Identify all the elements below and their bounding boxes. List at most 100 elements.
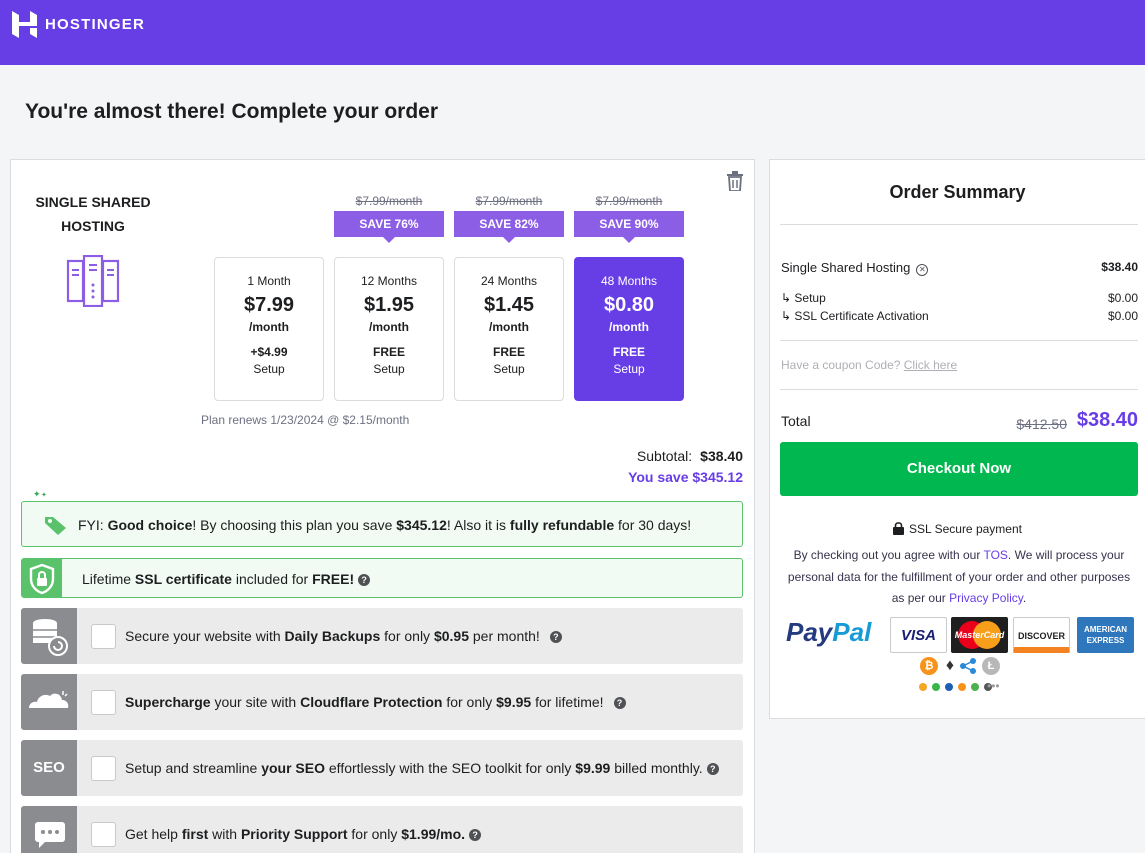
crypto-mini-icon [919, 683, 927, 691]
plan-renewal-note: Plan renews 1/23/2024 @ $2.15/month [201, 413, 410, 427]
addon-text-part: for only [442, 694, 497, 710]
save-badge-12: SAVE 76% [334, 211, 444, 243]
privacy-policy-link[interactable]: Privacy Policy [949, 591, 1023, 605]
addon-checkbox[interactable] [91, 822, 116, 847]
subtotal: Subtotal: $38.40 [637, 448, 743, 464]
addon-text-part: your site with [210, 694, 301, 710]
help-icon[interactable]: ? [706, 763, 719, 775]
period-per: /month [249, 320, 289, 334]
addon-text-part: with [208, 826, 241, 842]
old-price-12: $7.99/month [355, 194, 423, 208]
more-icon: ••• [987, 679, 1000, 693]
summary-item-row: Single Shared Hosting ✕ $38.40 [781, 260, 1138, 276]
checkout-now-button[interactable]: Checkout Now [780, 442, 1138, 496]
addon-text-bold: first [181, 826, 209, 842]
period-price: $7.99 [243, 294, 295, 316]
subtotal-label: Subtotal: [636, 448, 693, 464]
period-option-48-months[interactable]: 48 Months $0.80 /month FREE Setup [574, 257, 684, 401]
addon-text-bold: Cloudflare Protection [300, 694, 443, 710]
paypal-logo: PayPal [786, 617, 871, 648]
period-setup-fee: FREE [492, 345, 525, 359]
paypal-logo-part: Pay [786, 617, 833, 647]
fyi-text-part: for 30 days! [614, 517, 692, 533]
addon-text-part: Secure your website with [125, 628, 285, 644]
help-icon[interactable]: ? [613, 697, 626, 709]
addon-text: Supercharge your site with Cloudflare Pr… [125, 694, 626, 710]
seo-icon-label: SEO [33, 759, 65, 776]
summary-item-name: Single Shared Hosting [781, 260, 911, 275]
addon-text-bold: $0.95 [433, 628, 469, 644]
addon-checkbox[interactable] [91, 756, 116, 781]
period-option-12-months[interactable]: 12 Months $1.95 /month FREE Setup [334, 257, 444, 401]
period-setup-label: Setup [253, 362, 285, 376]
period-per: /month [369, 320, 409, 334]
tos-link[interactable]: TOS [983, 548, 1007, 562]
addon-text: Secure your website with Daily Backups f… [125, 628, 562, 644]
amex-logo: AMERICAN EXPRESS [1077, 617, 1134, 653]
fyi-text-bold: fully refundable [509, 517, 615, 533]
fyi-text-part: FYI: [78, 517, 108, 533]
period-setup-fee: +$4.99 [250, 345, 288, 359]
help-icon[interactable]: ? [469, 829, 482, 841]
fyi-text-part: ! Also it is [446, 517, 510, 533]
divider [780, 389, 1138, 390]
period-months: 1 Month [247, 274, 291, 288]
total-old-price: $412.50 [1016, 416, 1067, 432]
period-setup-fee: FREE [372, 345, 405, 359]
addon-text-bold: Priority Support [240, 826, 348, 842]
agreement-text: By checking out you agree with our TOS. … [780, 545, 1138, 610]
crypto-mini-icon [945, 683, 953, 691]
sparkle-icon: ✦ [41, 492, 47, 499]
order-summary-title: Order Summary [889, 182, 1026, 202]
paypal-logo-part: Pal [832, 617, 872, 647]
hostinger-logo-icon [12, 11, 37, 38]
ssl-text-bold: FREE! [312, 571, 355, 587]
addon-text-part: effortlessly with the SEO toolkit for on… [325, 760, 576, 776]
addon-priority-support: Get help first with Priority Support for… [21, 806, 743, 853]
period-option-1-month[interactable]: 1 Month $7.99 /month +$4.99 Setup [214, 257, 324, 401]
litecoin-icon: Ł [982, 657, 1000, 675]
visa-logo: VISA [890, 617, 947, 653]
total-label: Total [781, 413, 811, 429]
fyi-text-bold: Good choice [107, 517, 193, 533]
ssl-text-part: Lifetime [82, 571, 135, 587]
period-option-24-months[interactable]: 24 Months $1.45 /month FREE Setup [454, 257, 564, 401]
addon-cloudflare: Supercharge your site with Cloudflare Pr… [21, 674, 743, 730]
secure-label: SSL Secure payment [909, 522, 1022, 536]
coupon-link[interactable]: Click here [904, 358, 957, 372]
ssl-banner-text: Lifetime SSL certificate included for FR… [82, 571, 371, 587]
shield-lock-icon [22, 559, 62, 597]
period-setup-fee: FREE [612, 345, 645, 359]
page-title: You're almost there! Complete your order [25, 100, 439, 123]
addon-text-part: for only [380, 628, 434, 644]
period-price: $1.95 [363, 294, 415, 316]
addon-checkbox[interactable] [91, 624, 116, 649]
agree-text-part: By checking out you agree with our [793, 548, 984, 562]
period-per: /month [489, 320, 529, 334]
top-navbar: HOSTINGER [0, 0, 1145, 65]
help-icon[interactable]: ? [549, 631, 562, 643]
subtotal-value: $38.40 [700, 448, 743, 464]
coupon-prompt: Have a coupon Code? Click here [781, 358, 957, 372]
crypto-mini-icon [971, 683, 979, 691]
fyi-text: FYI: Good choice! By choosing this plan … [78, 517, 691, 533]
subitem-price: $0.00 [1107, 309, 1138, 323]
ripple-icon [959, 657, 977, 675]
subitem-label: ↳ Setup [781, 291, 826, 305]
mastercard-logo: MasterCard [951, 617, 1008, 653]
addon-checkbox[interactable] [91, 690, 116, 715]
trash-icon[interactable] [726, 171, 744, 191]
you-save: You save $345.12 [628, 469, 743, 485]
help-icon[interactable]: ? [358, 574, 371, 586]
ssl-banner: Lifetime SSL certificate included for FR… [21, 558, 743, 598]
ethereum-icon: ♦ [941, 657, 959, 675]
database-backup-icon [21, 608, 77, 664]
ssl-secure-payment: SSL Secure payment [769, 522, 1145, 536]
period-months: 24 Months [480, 274, 538, 288]
divider [780, 340, 1138, 341]
summary-subitem-ssl: ↳ SSL Certificate Activation $0.00 [781, 309, 1138, 323]
addon-daily-backups: Secure your website with Daily Backups f… [21, 608, 743, 664]
hostinger-logo[interactable]: HOSTINGER [12, 11, 145, 38]
remove-item-icon[interactable]: ✕ [916, 264, 929, 276]
period-setup-label: Setup [493, 362, 525, 376]
